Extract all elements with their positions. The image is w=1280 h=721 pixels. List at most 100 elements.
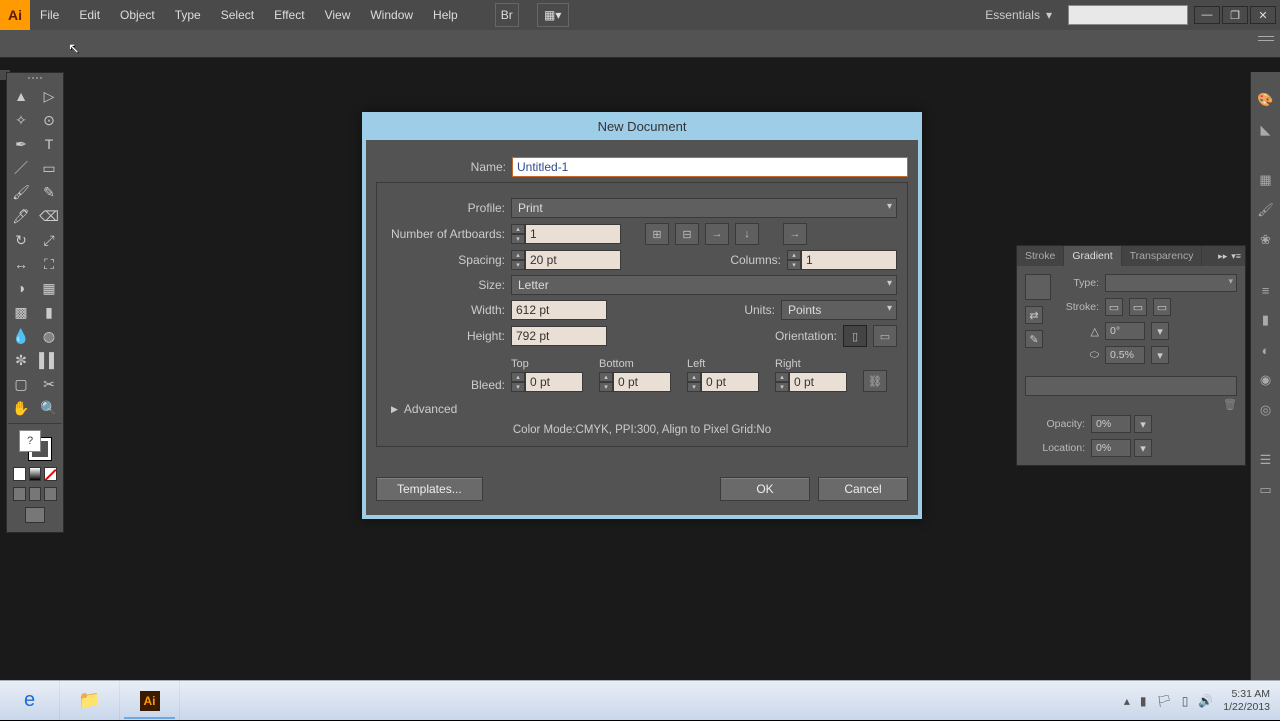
zoom-tool[interactable]: 🔍 <box>36 397 62 419</box>
swatches-panel-icon[interactable]: ▦ <box>1254 168 1278 192</box>
menu-select[interactable]: Select <box>211 0 264 30</box>
fill-swatch[interactable]: ? <box>19 430 41 452</box>
close-button[interactable]: ✕ <box>1250 6 1276 24</box>
profile-dropdown[interactable]: Print <box>511 198 897 218</box>
reverse-gradient-icon[interactable]: ⇄ <box>1025 306 1043 324</box>
menu-help[interactable]: Help <box>423 0 468 30</box>
name-input[interactable] <box>512 157 908 177</box>
tab-stroke[interactable]: Stroke <box>1017 246 1064 266</box>
pencil-tool[interactable]: ✎ <box>36 181 62 203</box>
location-dd[interactable]: ▾ <box>1134 439 1152 457</box>
appearance-panel-icon[interactable]: ◉ <box>1254 368 1278 392</box>
gradient-tool[interactable]: ▮ <box>36 301 62 323</box>
tray-network-icon[interactable]: ▯ <box>1182 694 1189 708</box>
orientation-landscape-button[interactable]: ▭ <box>873 325 897 347</box>
spinner-up-icon[interactable]: ▴ <box>787 250 801 260</box>
arrange-grid-row-icon[interactable]: ⊞ <box>645 223 669 245</box>
symbol-sprayer-tool[interactable]: ✼ <box>8 349 34 371</box>
spinner-down-icon[interactable]: ▾ <box>511 260 525 270</box>
spinner-down-icon[interactable]: ▾ <box>511 234 525 244</box>
perspective-grid-tool[interactable]: ▦ <box>36 277 62 299</box>
bleed-right-input[interactable] <box>789 372 847 392</box>
tray-volume-icon[interactable]: 🔊 <box>1198 694 1213 708</box>
units-dropdown[interactable]: Points <box>781 300 897 320</box>
spinner-up-icon[interactable]: ▴ <box>511 250 525 260</box>
menu-edit[interactable]: Edit <box>69 0 110 30</box>
spacing-spinner[interactable]: ▴▾ <box>511 250 621 270</box>
menu-type[interactable]: Type <box>165 0 211 30</box>
aspect-input[interactable]: 0.5% <box>1105 346 1145 364</box>
gradient-ramp[interactable] <box>1025 376 1237 396</box>
columns-spinner[interactable]: ▴▾ <box>787 250 897 270</box>
width-tool[interactable]: ↔ <box>8 253 34 275</box>
color-guide-panel-icon[interactable]: ◣ <box>1254 118 1278 142</box>
size-dropdown[interactable]: Letter <box>511 275 897 295</box>
arrange-docs-button[interactable]: ▦▾ <box>537 3 569 27</box>
screen-mode[interactable] <box>25 507 45 523</box>
panel-menu-icon[interactable]: ▾≡ <box>1231 251 1241 262</box>
scale-tool[interactable]: ⤢ <box>36 229 62 251</box>
artboards-input[interactable] <box>525 224 621 244</box>
taskbar-ie[interactable]: e <box>0 681 60 721</box>
menu-effect[interactable]: Effect <box>264 0 314 30</box>
selection-tool[interactable]: ▲ <box>8 85 34 107</box>
tab-gradient[interactable]: Gradient <box>1064 246 1121 266</box>
rotate-tool[interactable]: ↻ <box>8 229 34 251</box>
blob-brush-tool[interactable]: 🖊 <box>8 205 34 227</box>
height-input[interactable] <box>511 326 607 346</box>
direct-selection-tool[interactable]: ▷ <box>36 85 62 107</box>
blend-tool[interactable]: ◍ <box>36 325 62 347</box>
spinner-up-icon[interactable]: ▴ <box>599 372 613 382</box>
angle-dd[interactable]: ▾ <box>1151 322 1169 340</box>
artboard-tool[interactable]: ▢ <box>8 373 34 395</box>
spinner-up-icon[interactable]: ▴ <box>511 224 525 234</box>
advanced-toggle[interactable]: ▶ Advanced <box>391 402 897 416</box>
tray-battery-icon[interactable]: ▮ <box>1140 694 1147 708</box>
lasso-tool[interactable]: ⊙ <box>36 109 62 131</box>
controlbar-toggle[interactable] <box>1258 36 1274 48</box>
arrange-col-icon[interactable]: ↓ <box>735 223 759 245</box>
spinner-down-icon[interactable]: ▾ <box>787 260 801 270</box>
arrange-rtl-icon[interactable]: → <box>783 223 807 245</box>
free-transform-tool[interactable]: ⛶ <box>36 253 62 275</box>
taskbar-explorer[interactable]: 📁 <box>60 681 120 721</box>
artboards-spinner[interactable]: ▴▾ <box>511 224 621 244</box>
cancel-button[interactable]: Cancel <box>818 477 908 501</box>
panel-grip[interactable] <box>7 73 63 83</box>
orientation-portrait-button[interactable]: ▯ <box>843 325 867 347</box>
panel-collapse-icon[interactable]: ▸▸ <box>1218 251 1227 262</box>
workspace-switcher[interactable]: Essentials▾ <box>975 8 1062 22</box>
type-tool[interactable]: T <box>36 133 62 155</box>
width-input[interactable] <box>511 300 607 320</box>
menu-view[interactable]: View <box>315 0 361 30</box>
spinner-down-icon[interactable]: ▾ <box>687 382 701 392</box>
tab-transparency[interactable]: Transparency <box>1122 246 1203 266</box>
spacing-input[interactable] <box>525 250 621 270</box>
stroke-within-icon[interactable]: ▭ <box>1105 298 1123 316</box>
brushes-panel-icon[interactable]: 🖌 <box>1254 198 1278 222</box>
rectangle-tool[interactable]: ▭ <box>36 157 62 179</box>
angle-input[interactable]: 0° <box>1105 322 1145 340</box>
hand-tool[interactable]: ✋ <box>8 397 34 419</box>
spinner-up-icon[interactable]: ▴ <box>775 372 789 382</box>
tray-show-hidden-icon[interactable]: ▴ <box>1124 694 1130 708</box>
bleed-top-input[interactable] <box>525 372 583 392</box>
draw-inside[interactable] <box>44 487 57 501</box>
arrange-row-icon[interactable]: → <box>705 223 729 245</box>
arrange-grid-col-icon[interactable]: ⊟ <box>675 223 699 245</box>
color-mode-fill[interactable] <box>13 467 26 481</box>
spinner-up-icon[interactable]: ▴ <box>511 372 525 382</box>
transparency-panel-icon[interactable]: ◐ <box>1254 338 1278 362</box>
opacity-input[interactable]: 0% <box>1091 415 1131 433</box>
bridge-button[interactable]: Br <box>495 3 519 27</box>
shape-builder-tool[interactable]: ◑ <box>8 277 34 299</box>
magic-wand-tool[interactable]: ✧ <box>8 109 34 131</box>
spinner-down-icon[interactable]: ▾ <box>511 382 525 392</box>
column-graph-tool[interactable]: ▌▌ <box>36 349 62 371</box>
ok-button[interactable]: OK <box>720 477 810 501</box>
graphic-styles-panel-icon[interactable]: ◎ <box>1254 398 1278 422</box>
slice-tool[interactable]: ✂ <box>36 373 62 395</box>
gradient-panel-icon[interactable]: ▮ <box>1254 308 1278 332</box>
bleed-left-input[interactable] <box>701 372 759 392</box>
gradient-type-dropdown[interactable] <box>1105 274 1237 292</box>
